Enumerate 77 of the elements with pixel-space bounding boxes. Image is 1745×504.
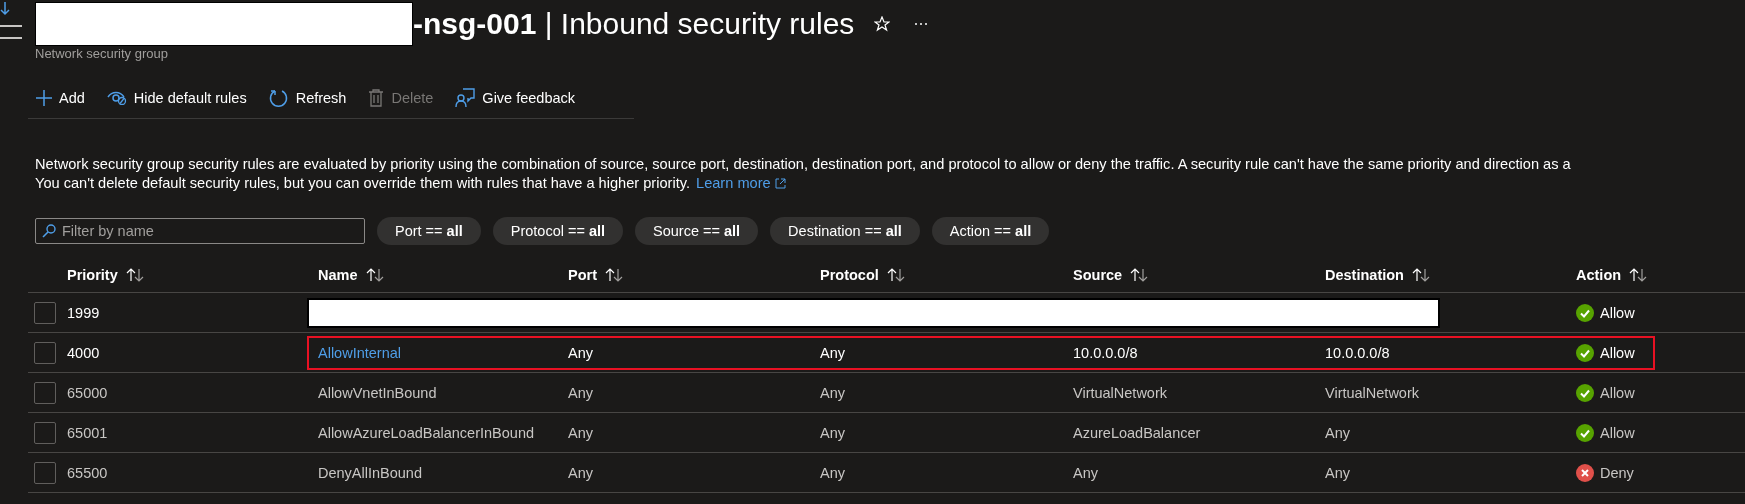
table-cell-text: 65001 <box>67 424 109 441</box>
column-header[interactable]: Priority <box>67 266 118 283</box>
sort-icon[interactable] <box>125 267 144 282</box>
sort-icon[interactable] <box>886 267 905 282</box>
trash-icon <box>368 89 385 107</box>
action-label: Deny <box>1600 464 1634 481</box>
refresh-icon <box>268 88 289 108</box>
sort-icon[interactable] <box>365 267 384 282</box>
check-circle-icon <box>1576 343 1594 362</box>
table-cell-text: Any <box>568 464 594 481</box>
description-text: Network security group security rules are evaluated by priority using the combination of source, source port, destination, destination port, and protocol to allow or deny the traffic. A security rule can't have the same priority and direction as a <box>35 155 1572 174</box>
sort-icon[interactable] <box>1411 267 1430 282</box>
action-label: Allow <box>1600 384 1635 401</box>
table-cell-text: DenyAllInBound <box>318 464 423 481</box>
row-checkbox[interactable] <box>34 301 56 324</box>
table-cell-text: Any <box>820 424 846 441</box>
table-cell-text: 65500 <box>67 464 109 481</box>
filter-pill[interactable]: Port == all <box>377 217 481 245</box>
check-circle-icon <box>1576 303 1594 322</box>
column-header[interactable]: Protocol <box>820 266 879 283</box>
column-header[interactable]: Action <box>1576 266 1622 283</box>
table-cell-text: AllowAzureLoadBalancerInBound <box>318 424 536 441</box>
table-cell-text: Any <box>568 344 594 361</box>
menu-icon[interactable] <box>0 24 22 40</box>
table-cell-text: Any <box>820 384 846 401</box>
column-header[interactable]: Source <box>1073 266 1123 283</box>
hide-button[interactable]: Hide default rules <box>104 86 249 110</box>
table-cell-text: Any <box>568 384 594 401</box>
column-header[interactable]: Name <box>318 266 358 283</box>
error-circle-icon <box>1576 463 1594 482</box>
column-header[interactable]: Destination <box>1325 266 1404 283</box>
table-cell-text: Any <box>1325 464 1351 481</box>
feedback-button[interactable]: Give feedback <box>453 84 578 112</box>
column-header[interactable]: Port <box>568 266 597 283</box>
table-cell-text: VirtualNetwork <box>1325 384 1421 401</box>
sort-icon[interactable] <box>1629 267 1648 282</box>
row-checkbox[interactable] <box>34 461 56 484</box>
table-cell-text: AllowVnetInBound <box>318 384 438 401</box>
page-subtitle: Network security group <box>35 46 169 61</box>
table-cell-text: AzureLoadBalancer <box>1073 424 1202 441</box>
filter-pill[interactable]: Protocol == all <box>492 217 624 245</box>
table-cell-text: 1999 <box>67 304 101 321</box>
filter-pill[interactable]: Destination == all <box>770 217 920 245</box>
refresh-button[interactable]: Refresh <box>266 84 349 112</box>
check-circle-icon <box>1576 423 1594 442</box>
plus-icon <box>36 90 52 106</box>
action-label: Allow <box>1600 344 1635 361</box>
learn-more-link[interactable]: Learn more <box>696 174 786 193</box>
external-link-icon <box>774 178 786 189</box>
sort-icon[interactable] <box>1130 267 1149 282</box>
sort-icon[interactable] <box>605 267 623 282</box>
table-cell-text: 4000 <box>67 344 101 361</box>
table-cell-text: 10.0.0.0/8 <box>1325 344 1391 361</box>
filter-pill[interactable]: Action == all <box>931 217 1050 245</box>
eye-icon <box>106 91 127 105</box>
filter-field[interactable]: Filter by name <box>35 218 365 244</box>
action-label: Allow <box>1600 424 1635 441</box>
action-label: Allow <box>1600 304 1635 321</box>
table-cell-text: Any <box>1325 424 1351 441</box>
check-circle-icon <box>1576 383 1594 402</box>
description-text: You can't delete default security rules, but you can override them with rules that have a higher priority. <box>35 174 690 193</box>
row-checkbox[interactable] <box>34 341 56 364</box>
table-cell-text: Any <box>820 464 846 481</box>
table-cell-text: 10.0.0.0/8 <box>1073 344 1139 361</box>
rule-name-link[interactable]: AllowInternal <box>318 344 401 361</box>
row-checkbox[interactable] <box>34 421 56 444</box>
table-cell-text: Any <box>568 424 594 441</box>
row-checkbox[interactable] <box>34 381 56 404</box>
table-cell-text: Any <box>820 344 846 361</box>
table-cell-text: Any <box>1073 464 1099 481</box>
page-title: -nsg-001 | Inbound security rules <box>413 7 855 41</box>
search-icon <box>42 224 56 238</box>
filter-pill[interactable]: Source == all <box>635 217 759 245</box>
table-cell-text: VirtualNetwork <box>1073 384 1169 401</box>
table-cell-text: 65000 <box>67 384 109 401</box>
add-button[interactable]: Add <box>34 86 87 110</box>
feedback-icon <box>455 88 476 108</box>
